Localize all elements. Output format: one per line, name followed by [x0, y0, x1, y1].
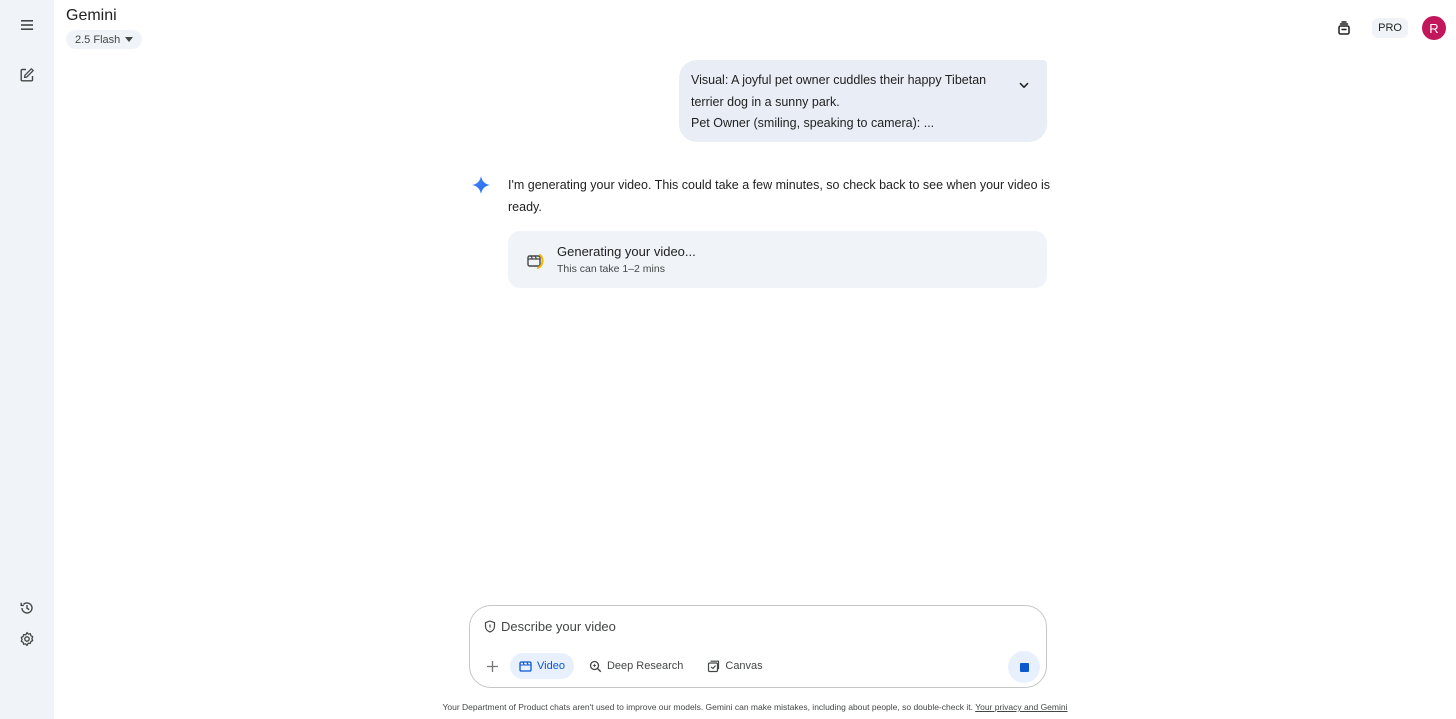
user-message-text: Visual: A joyful pet owner cuddles their… — [691, 73, 987, 109]
activity-button[interactable] — [11, 592, 43, 624]
generation-title: Generating your video... — [557, 244, 696, 259]
user-message-bubble: Visual: A joyful pet owner cuddles their… — [679, 60, 1047, 142]
menu-icon — [21, 20, 33, 30]
side-rail — [0, 0, 54, 719]
tool-canvas-label: Canvas — [725, 660, 763, 672]
temporary-chat-button[interactable] — [1330, 14, 1358, 42]
prompt-field-row — [484, 619, 981, 634]
generation-subtitle: This can take 1–2 mins — [557, 263, 665, 275]
tool-deep-research-chip[interactable]: Deep Research — [580, 653, 692, 679]
video-loading-icon — [527, 254, 544, 269]
user-message-text-2: Pet Owner (smiling, speaking to camera):… — [691, 116, 935, 130]
model-label: 2.5 Flash — [75, 33, 121, 46]
tool-video-chip[interactable]: Video — [510, 653, 574, 679]
deep-research-icon — [589, 660, 602, 672]
settings-button[interactable] — [11, 623, 43, 655]
new-chat-icon — [20, 68, 34, 82]
app-title: Gemini — [66, 7, 117, 24]
clapperboard-icon — [519, 661, 532, 672]
model-selector[interactable]: 2.5 Flash — [66, 30, 143, 49]
tool-deep-research-label: Deep Research — [606, 660, 684, 672]
pro-badge[interactable]: PRO — [1372, 18, 1408, 38]
footer-disclaimer: Your Department of Product chats aren't … — [54, 702, 1456, 712]
menu-button[interactable] — [11, 9, 43, 41]
chat-stack-icon — [1338, 21, 1350, 35]
history-icon — [20, 602, 33, 614]
composer-tools: Video Deep Research Canvas — [480, 653, 772, 679]
assistant-response-text: I'm generating your video. This could ta… — [508, 178, 1051, 214]
prompt-composer: Video Deep Research Canvas — [469, 605, 1047, 688]
top-right-actions: PRO R — [1330, 14, 1446, 42]
new-chat-button[interactable] — [11, 59, 43, 91]
expand-message-button[interactable] — [1013, 74, 1035, 96]
canvas-icon — [708, 660, 720, 672]
settings-icon — [20, 631, 34, 647]
prompt-input[interactable] — [501, 619, 981, 634]
chevron-down-icon — [1019, 82, 1029, 88]
tool-video-label: Video — [537, 660, 565, 672]
stop-generation-button[interactable] — [1008, 651, 1040, 683]
plus-icon — [486, 660, 498, 672]
stop-icon — [1019, 662, 1029, 672]
video-generation-card: Generating your video... This can take 1… — [508, 231, 1047, 288]
privacy-link[interactable]: Your privacy and Gemini — [975, 702, 1067, 712]
disclaimer-text: Your Department of Product chats aren't … — [442, 702, 973, 712]
shield-icon — [484, 620, 496, 633]
tool-canvas-chip[interactable]: Canvas — [698, 653, 771, 679]
avatar[interactable]: R — [1422, 16, 1446, 40]
gemini-spark-icon — [472, 176, 490, 194]
caret-down-icon — [125, 37, 134, 42]
add-files-button[interactable] — [480, 654, 504, 678]
